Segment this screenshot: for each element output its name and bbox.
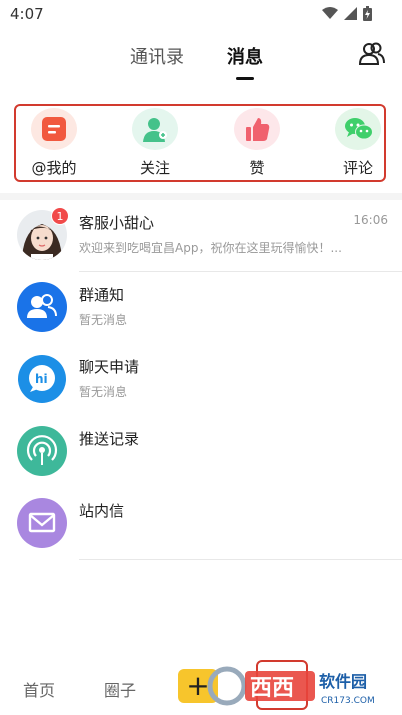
shortcut-follow[interactable]: 关注	[122, 106, 182, 180]
nav-circle[interactable]: 圈子	[104, 677, 136, 701]
status-time: 4:07	[10, 5, 44, 23]
battery-icon	[363, 6, 372, 21]
unread-badge: 1	[51, 207, 69, 225]
shortcut-label: 关注	[139, 159, 170, 177]
shortcut-comments[interactable]: 评论	[325, 106, 385, 180]
row-divider	[79, 559, 402, 560]
tab-messages[interactable]: 消息	[227, 43, 263, 69]
status-icons	[322, 6, 372, 21]
mail-icon	[17, 498, 67, 548]
message-time: 16:06	[353, 213, 388, 227]
message-row-chat-request[interactable]: hi 聊天申请 暂无消息	[0, 344, 402, 416]
users-icon	[358, 42, 385, 65]
bottom-nav: 首页 圈子 + 西西 软件园 CR173.COM	[0, 650, 402, 715]
shortcut-likes[interactable]: 赞	[224, 106, 284, 180]
nav-home[interactable]: 首页	[23, 677, 55, 701]
broadcast-icon	[17, 426, 67, 476]
watermark-url: CR173.COM	[321, 696, 375, 706]
message-preview: 暂无消息	[79, 313, 128, 327]
status-bar: 4:07	[0, 0, 402, 30]
shortcut-label: 赞	[249, 159, 265, 177]
thumbs-up-icon	[234, 108, 280, 150]
message-row-group-notice[interactable]: 群通知 暂无消息	[0, 272, 402, 344]
message-title: 推送记录	[79, 430, 140, 448]
mention-icon	[31, 108, 77, 150]
message-preview: 暂无消息	[79, 385, 128, 399]
message-row-customer-service[interactable]: 1 客服小甜心 欢迎来到吃喝宜昌App，祝你在这里玩得愉快！... 16:06	[0, 200, 402, 272]
shortcut-mentions[interactable]: @我的	[21, 106, 81, 180]
header: 通讯录 消息	[0, 30, 402, 90]
message-row-site-mail[interactable]: 站内信	[0, 488, 402, 560]
svg-text:hi: hi	[35, 372, 48, 386]
message-title: 群通知	[79, 286, 125, 304]
active-tab-indicator	[236, 77, 254, 80]
shortcut-label: 评论	[342, 159, 373, 177]
tab-contacts[interactable]: 通讯录	[130, 43, 184, 69]
shortcut-label: @我的	[31, 159, 77, 177]
wechat-comment-icon	[335, 108, 381, 150]
watermark-brand: 西西	[250, 676, 294, 701]
section-divider	[0, 193, 402, 200]
message-row-push-history[interactable]: 推送记录	[0, 416, 402, 488]
chat-request-icon: hi	[17, 354, 67, 404]
message-preview: 欢迎来到吃喝宜昌App，祝你在这里玩得愉快！...	[79, 241, 342, 255]
wifi-icon	[322, 7, 338, 19]
signal-icon	[344, 7, 357, 20]
watermark-logo: 西西 软件园 CR173.COM	[205, 663, 385, 709]
message-title: 聊天申请	[79, 358, 140, 376]
message-title: 客服小甜心	[79, 214, 155, 232]
message-title: 站内信	[79, 502, 125, 520]
watermark-name: 软件园	[319, 672, 367, 691]
shortcut-row: @我的 关注 赞 评论	[14, 104, 386, 182]
follow-user-icon	[132, 108, 178, 150]
contacts-button[interactable]	[358, 40, 386, 68]
group-notice-icon	[17, 282, 67, 332]
